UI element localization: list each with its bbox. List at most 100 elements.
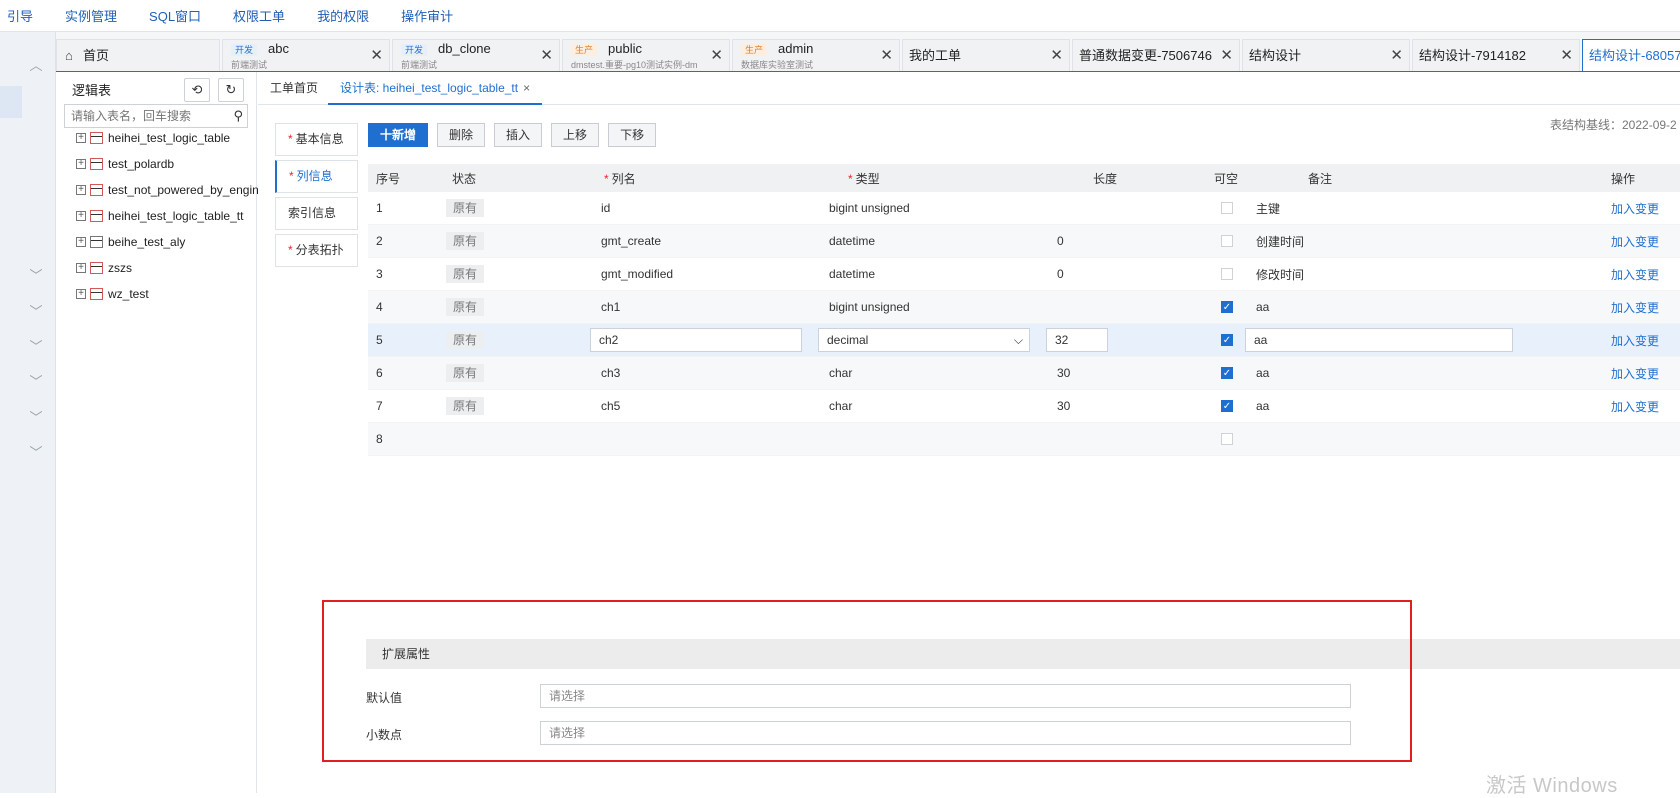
column-type-select[interactable]: decimal ⌵ — [818, 328, 1030, 352]
table-search-input[interactable] — [65, 105, 215, 127]
table-row[interactable]: 5 原有 ch2 decimal ⌵ 32 aa ✓ 加入变更 — [368, 324, 1680, 357]
table-row[interactable]: 1 原有 id bigint unsigned 主键 加入变更 — [368, 192, 1680, 225]
tree-item[interactable]: + test_not_powered_by_engine — [76, 180, 265, 200]
row-seq: 1 — [376, 201, 383, 215]
table-row[interactable]: 6 原有 ch3 char 30 aa ✓ 加入变更 — [368, 357, 1680, 390]
table-icon — [90, 262, 103, 274]
nullable-checkbox[interactable]: ✓ — [1221, 367, 1233, 379]
tree-item[interactable]: + test_polardb — [76, 154, 174, 174]
row-seq: 3 — [376, 267, 383, 281]
nullable-checkbox[interactable]: ✓ — [1221, 334, 1233, 346]
expand-icon[interactable]: + — [76, 185, 86, 195]
tree-item[interactable]: + heihei_test_logic_table_tt — [76, 206, 243, 226]
tab-item[interactable]: 生产 public dmstest.重要-pg10测试实例-dm ✕ — [562, 39, 730, 71]
side-menu-item[interactable]: 索引信息 — [275, 197, 358, 230]
add-to-change-link[interactable]: 加入变更 — [1611, 299, 1659, 316]
column-comment-input[interactable]: aa — [1245, 328, 1513, 352]
table-row[interactable]: 2 原有 gmt_create datetime 0 创建时间 加入变更 — [368, 225, 1680, 258]
nav-item[interactable]: 权限工单 — [217, 6, 301, 25]
nullable-checkbox[interactable] — [1221, 202, 1233, 214]
tab-item[interactable]: 我的工单 ✕ — [902, 39, 1070, 71]
insert-button[interactable]: 插入 — [494, 123, 543, 147]
close-icon[interactable]: ✕ — [540, 48, 553, 63]
column-comment: aa — [1256, 399, 1270, 413]
tree-label: heihei_test_logic_table_tt — [108, 209, 244, 223]
nav-item[interactable]: 操作审计 — [385, 6, 469, 25]
tab-item[interactable]: 生产 admin 数据库实验室测试 ✕ — [732, 39, 900, 71]
close-icon[interactable]: ✕ — [880, 48, 893, 63]
chevron-down-icon[interactable]: ﹀ — [28, 445, 44, 461]
add-button[interactable]: 十新增 — [368, 123, 429, 147]
table-row[interactable]: 7 原有 ch5 char 30 aa ✓ 加入变更 — [368, 390, 1680, 423]
tab-item[interactable]: ⌂ 首页 — [56, 39, 220, 71]
expand-icon[interactable]: + — [76, 133, 86, 143]
nullable-checkbox[interactable]: ✓ — [1221, 400, 1233, 412]
move-up-button[interactable]: 上移 — [551, 123, 600, 147]
close-icon[interactable]: × — [523, 81, 530, 95]
close-icon[interactable]: ✕ — [1560, 48, 1573, 63]
add-to-change-link[interactable]: 加入变更 — [1611, 365, 1659, 382]
tab-item[interactable]: 结构设计 ✕ — [1242, 39, 1410, 71]
chevron-down-icon[interactable]: ﹀ — [28, 339, 44, 355]
left-rail: ︿ ﹀ ﹀ ﹀ ﹀ ﹀ ﹀ — [0, 32, 56, 793]
column-comment: aa — [1256, 300, 1270, 314]
close-icon[interactable]: ✕ — [370, 48, 383, 63]
add-to-change-link[interactable]: 加入变更 — [1611, 233, 1659, 250]
chevron-down-icon[interactable]: ﹀ — [28, 268, 44, 284]
side-menu-item[interactable]: * 分表拓扑 — [275, 234, 358, 267]
nullable-checkbox[interactable] — [1221, 235, 1233, 247]
chevron-down-icon[interactable]: ﹀ — [28, 410, 44, 426]
expand-icon[interactable]: + — [76, 237, 86, 247]
tab-item[interactable]: 开发 abc 前端测试 ✕ — [222, 39, 390, 71]
tab-item[interactable]: 结构设计-68057889 — [1582, 39, 1680, 71]
tree-item[interactable]: + beihe_test_aly — [76, 232, 185, 252]
table-row[interactable]: 8 — [368, 423, 1680, 456]
side-menu-item[interactable]: * 列信息 — [275, 160, 358, 193]
expand-icon[interactable]: + — [76, 263, 86, 273]
nav-item[interactable]: SQL窗口 — [133, 6, 217, 25]
add-to-change-link[interactable]: 加入变更 — [1611, 332, 1659, 349]
expand-icon[interactable]: + — [76, 159, 86, 169]
close-icon[interactable]: ✕ — [1050, 48, 1063, 63]
close-icon[interactable]: ✕ — [1390, 48, 1403, 63]
tree-label: test_polardb — [108, 157, 175, 171]
nav-item[interactable]: 实例管理 — [49, 6, 133, 25]
highlight-box — [322, 600, 1412, 762]
side-menu-item[interactable]: * 基本信息 — [275, 123, 358, 156]
chevron-up-icon[interactable]: ︿ — [28, 58, 44, 74]
move-down-button[interactable]: 下移 — [608, 123, 657, 147]
tab-ticket-home[interactable]: 工单首页 — [258, 72, 330, 105]
tree-item[interactable]: + heihei_test_logic_table — [76, 128, 230, 148]
nav-item[interactable]: 引导 — [0, 6, 49, 25]
add-to-change-link[interactable]: 加入变更 — [1611, 200, 1659, 217]
table-row[interactable]: 3 原有 gmt_modified datetime 0 修改时间 加入变更 — [368, 258, 1680, 291]
nullable-checkbox[interactable] — [1221, 268, 1233, 280]
tab-item[interactable]: 普通数据变更-7506746 ✕ — [1072, 39, 1240, 71]
sync-icon[interactable]: ⟲ — [184, 78, 210, 102]
table-row[interactable]: 4 原有 ch1 bigint unsigned aa ✓ 加入变更 — [368, 291, 1680, 324]
column-name: ch1 — [601, 300, 621, 314]
add-to-change-link[interactable]: 加入变更 — [1611, 398, 1659, 415]
expand-icon[interactable]: + — [76, 289, 86, 299]
chevron-down-icon[interactable]: ﹀ — [28, 304, 44, 320]
nav-item[interactable]: 我的权限 — [301, 6, 385, 25]
tab-item[interactable]: 结构设计-7914182 ✕ — [1412, 39, 1580, 71]
nullable-checkbox[interactable] — [1221, 433, 1233, 445]
column-type: char — [829, 399, 853, 413]
delete-button[interactable]: 删除 — [437, 123, 486, 147]
refresh-icon[interactable]: ↻ — [218, 78, 244, 102]
close-icon[interactable]: ✕ — [710, 48, 723, 63]
expand-icon[interactable]: + — [76, 211, 86, 221]
close-icon[interactable]: ✕ — [1220, 48, 1233, 63]
tree-item[interactable]: + wz_test — [76, 284, 149, 304]
tree-label: beihe_test_aly — [108, 235, 186, 249]
add-to-change-link[interactable]: 加入变更 — [1611, 266, 1659, 283]
tab-item[interactable]: 开发 db_clone 前端测试 ✕ — [392, 39, 560, 71]
chevron-down-icon[interactable]: ﹀ — [28, 374, 44, 390]
nullable-checkbox[interactable]: ✓ — [1221, 301, 1233, 313]
tab-design-table[interactable]: 设计表: heihei_test_logic_table_tt × — [328, 72, 543, 105]
search-icon[interactable]: ⚲ — [233, 108, 243, 124]
tree-item[interactable]: + zszs — [76, 258, 132, 278]
column-name-input[interactable]: ch2 — [590, 328, 802, 352]
column-length-input[interactable]: 32 — [1046, 328, 1108, 352]
